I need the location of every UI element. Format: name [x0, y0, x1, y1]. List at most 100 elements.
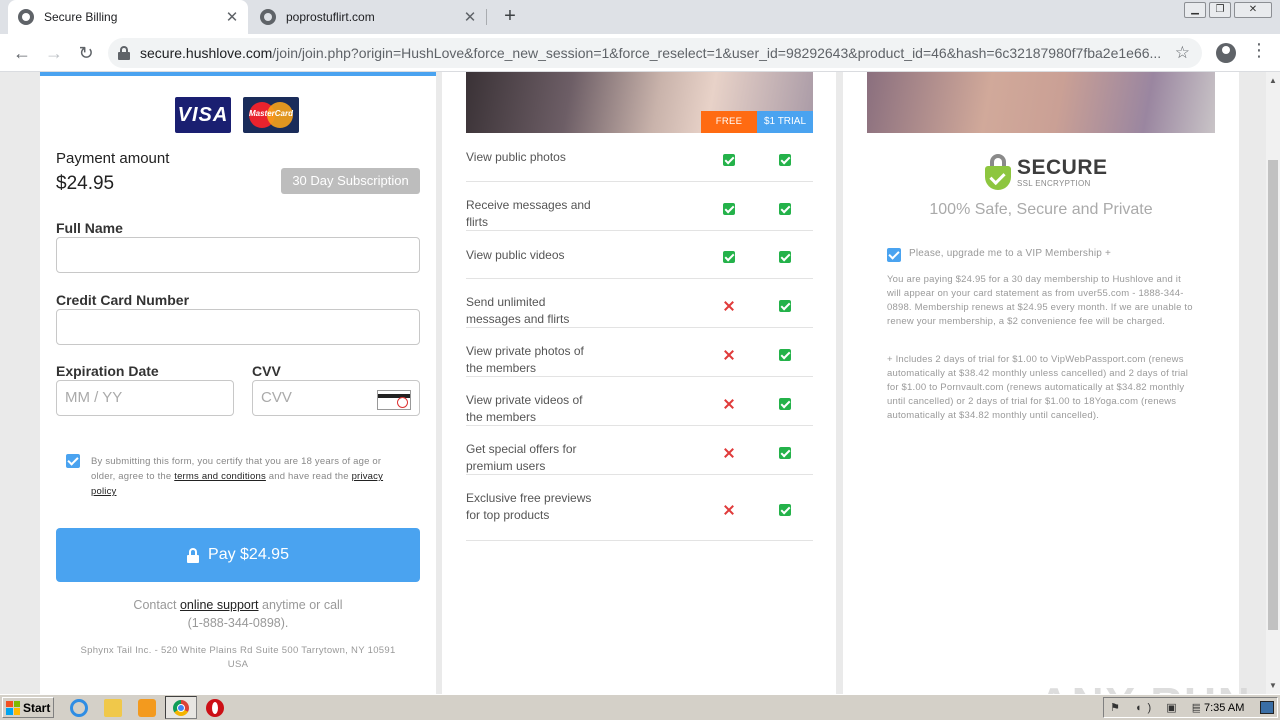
promo-photo: [867, 72, 1215, 133]
terms-link[interactable]: terms and conditions: [174, 471, 266, 482]
maximize-button[interactable]: ❐: [1209, 2, 1231, 18]
minimize-button[interactable]: ▁: [1184, 2, 1206, 18]
feature-row: Get special offers for premium users: [466, 426, 813, 475]
mastercard-logo: MasterCard: [243, 97, 299, 133]
folder-icon[interactable]: [104, 699, 122, 717]
check-icon: [779, 154, 791, 166]
media-player-icon[interactable]: [138, 699, 156, 717]
feature-label: View public photos: [466, 150, 566, 164]
chrome-taskbar-button[interactable]: [165, 696, 197, 719]
scroll-up-icon[interactable]: ▲: [1269, 76, 1277, 85]
card-logos: VISA MasterCard: [175, 97, 299, 133]
internet-explorer-icon[interactable]: [70, 699, 88, 717]
security-panel: SECURE SSL ENCRYPTION 100% Safe, Secure …: [843, 72, 1239, 694]
start-button[interactable]: Start: [2, 697, 54, 718]
full-name-label: Full Name: [56, 220, 123, 236]
scroll-down-icon[interactable]: ▼: [1269, 681, 1277, 690]
account-icon[interactable]: [1216, 43, 1236, 63]
tray-icons[interactable]: ⚑ ◖) ▣ ▤ ⚐: [1104, 701, 1200, 714]
lock-icon[interactable]: [118, 46, 130, 60]
kebab-menu-icon[interactable]: ⋮: [1250, 40, 1268, 61]
pay-button[interactable]: Pay $24.95: [56, 528, 420, 582]
payment-panel: VISA MasterCard Payment amount $24.95 30…: [40, 72, 436, 694]
check-icon: [779, 203, 791, 215]
feature-row: View private photos of the members: [466, 328, 813, 377]
check-icon: [779, 398, 791, 410]
pay-button-label: Pay $24.95: [208, 546, 289, 563]
close-window-button[interactable]: ✕: [1234, 2, 1272, 18]
cross-icon: [723, 447, 735, 459]
features-panel: FREE $1 TRIAL View public photos Receive …: [442, 72, 836, 694]
check-icon: [723, 203, 735, 215]
tab-title: Secure Billing: [44, 10, 118, 24]
vip-label[interactable]: Please, upgrade me to a VIP Membership +: [909, 248, 1111, 259]
forward-arrow-icon[interactable]: →: [41, 40, 67, 66]
back-arrow-icon[interactable]: ←: [9, 40, 35, 66]
feature-label: Exclusive free previews for top products: [466, 491, 592, 522]
tab-secure-billing[interactable]: Secure Billing ✕: [8, 0, 248, 34]
ssl-badge: SECURE SSL ENCRYPTION: [985, 154, 1108, 190]
feature-row: View public photos: [466, 133, 813, 182]
check-icon: [779, 504, 791, 516]
terms-checkbox[interactable]: [66, 454, 80, 468]
feature-row: Send unlimited messages and flirts: [466, 279, 813, 328]
cvv-input[interactable]: CVV: [252, 380, 420, 416]
contact-text: Contact online support anytime or call (…: [133, 598, 343, 630]
check-icon: [779, 251, 791, 263]
anyrun-watermark: ANY RUN: [1038, 679, 1252, 694]
cross-icon: [723, 349, 735, 361]
taskbar: Start ⚑ ◖) ▣ ▤ ⚐ 7:35 AM: [0, 694, 1280, 720]
payment-amount: $24.95: [56, 173, 115, 194]
feature-row: Exclusive free previews for top products: [466, 475, 813, 541]
url-path: /join/join.php?origin=HushLove&force_new…: [272, 45, 1162, 61]
windows-logo-icon: [6, 700, 20, 715]
check-icon: [723, 154, 735, 166]
show-desktop-icon[interactable]: [1260, 701, 1274, 714]
scroll-thumb[interactable]: [1268, 160, 1278, 630]
billing-notice: You are paying $24.95 for a 30 day membe…: [887, 274, 1193, 327]
secure-title: SECURE: [1017, 155, 1108, 179]
tab-close-icon[interactable]: ✕: [222, 8, 242, 26]
support-phone: (1-888-344-0898).: [187, 616, 289, 630]
expiration-input[interactable]: MM / YY: [56, 380, 234, 416]
reload-icon[interactable]: ↻: [73, 40, 99, 66]
payment-amount-label: Payment amount: [56, 150, 170, 167]
feature-label: View private photos of the members: [466, 344, 584, 375]
online-support-link[interactable]: online support: [180, 598, 259, 612]
new-tab-button[interactable]: +: [498, 4, 522, 28]
cvv-card-icon: [377, 390, 411, 410]
address-bar[interactable]: secure.hushlove.com/join/join.php?origin…: [108, 38, 1202, 68]
safe-text: 100% Safe, Secure and Private: [929, 201, 1153, 218]
globe-icon: [260, 9, 276, 25]
page-viewport: VISA MasterCard Payment amount $24.95 30…: [0, 72, 1266, 694]
bookmark-star-icon[interactable]: ☆: [1175, 43, 1190, 63]
check-icon: [779, 300, 791, 312]
system-tray: ⚑ ◖) ▣ ▤ ⚐ 7:35 AM: [1103, 697, 1278, 718]
browser-toolbar: ← → ↻ secure.hushlove.com/join/join.php?…: [0, 34, 1280, 72]
subscription-badge: 30 Day Subscription: [281, 168, 420, 194]
tab-title: poprostuflirt.com: [286, 10, 375, 24]
vip-checkbox[interactable]: [887, 248, 901, 262]
cvv-placeholder: CVV: [261, 389, 292, 406]
feature-row: View private videos of the members: [466, 377, 813, 426]
tab-strip: Secure Billing ✕ poprostuflirt.com ✕ + ▁…: [0, 0, 1280, 34]
trial-badge: $1 TRIAL: [757, 111, 813, 133]
feature-label: Send unlimited messages and flirts: [466, 295, 570, 326]
full-name-input[interactable]: [56, 237, 420, 273]
clock: 7:35 AM: [1204, 701, 1245, 714]
page-scrollbar[interactable]: ▲ ▼: [1266, 72, 1280, 694]
feature-label: Get special offers for premium users: [466, 442, 577, 473]
tab-close-icon[interactable]: ✕: [460, 8, 480, 26]
opera-icon[interactable]: [206, 699, 224, 717]
free-badge: FREE: [701, 111, 757, 133]
card-number-input[interactable]: [56, 309, 420, 345]
feature-label: View private videos of the members: [466, 393, 583, 424]
url-text[interactable]: secure.hushlove.com/join/join.php?origin…: [140, 45, 1165, 61]
feature-label: Receive messages and flirts: [466, 198, 591, 229]
tab-poprostuflirt[interactable]: poprostuflirt.com ✕: [250, 0, 487, 34]
chrome-icon: [173, 700, 189, 716]
secure-subtitle: SSL ENCRYPTION: [1017, 178, 1091, 188]
terms-text: By submitting this form, you certify tha…: [91, 456, 384, 497]
check-icon: [723, 251, 735, 263]
trial-notice: + Includes 2 days of trial for $1.00 to …: [887, 354, 1189, 421]
